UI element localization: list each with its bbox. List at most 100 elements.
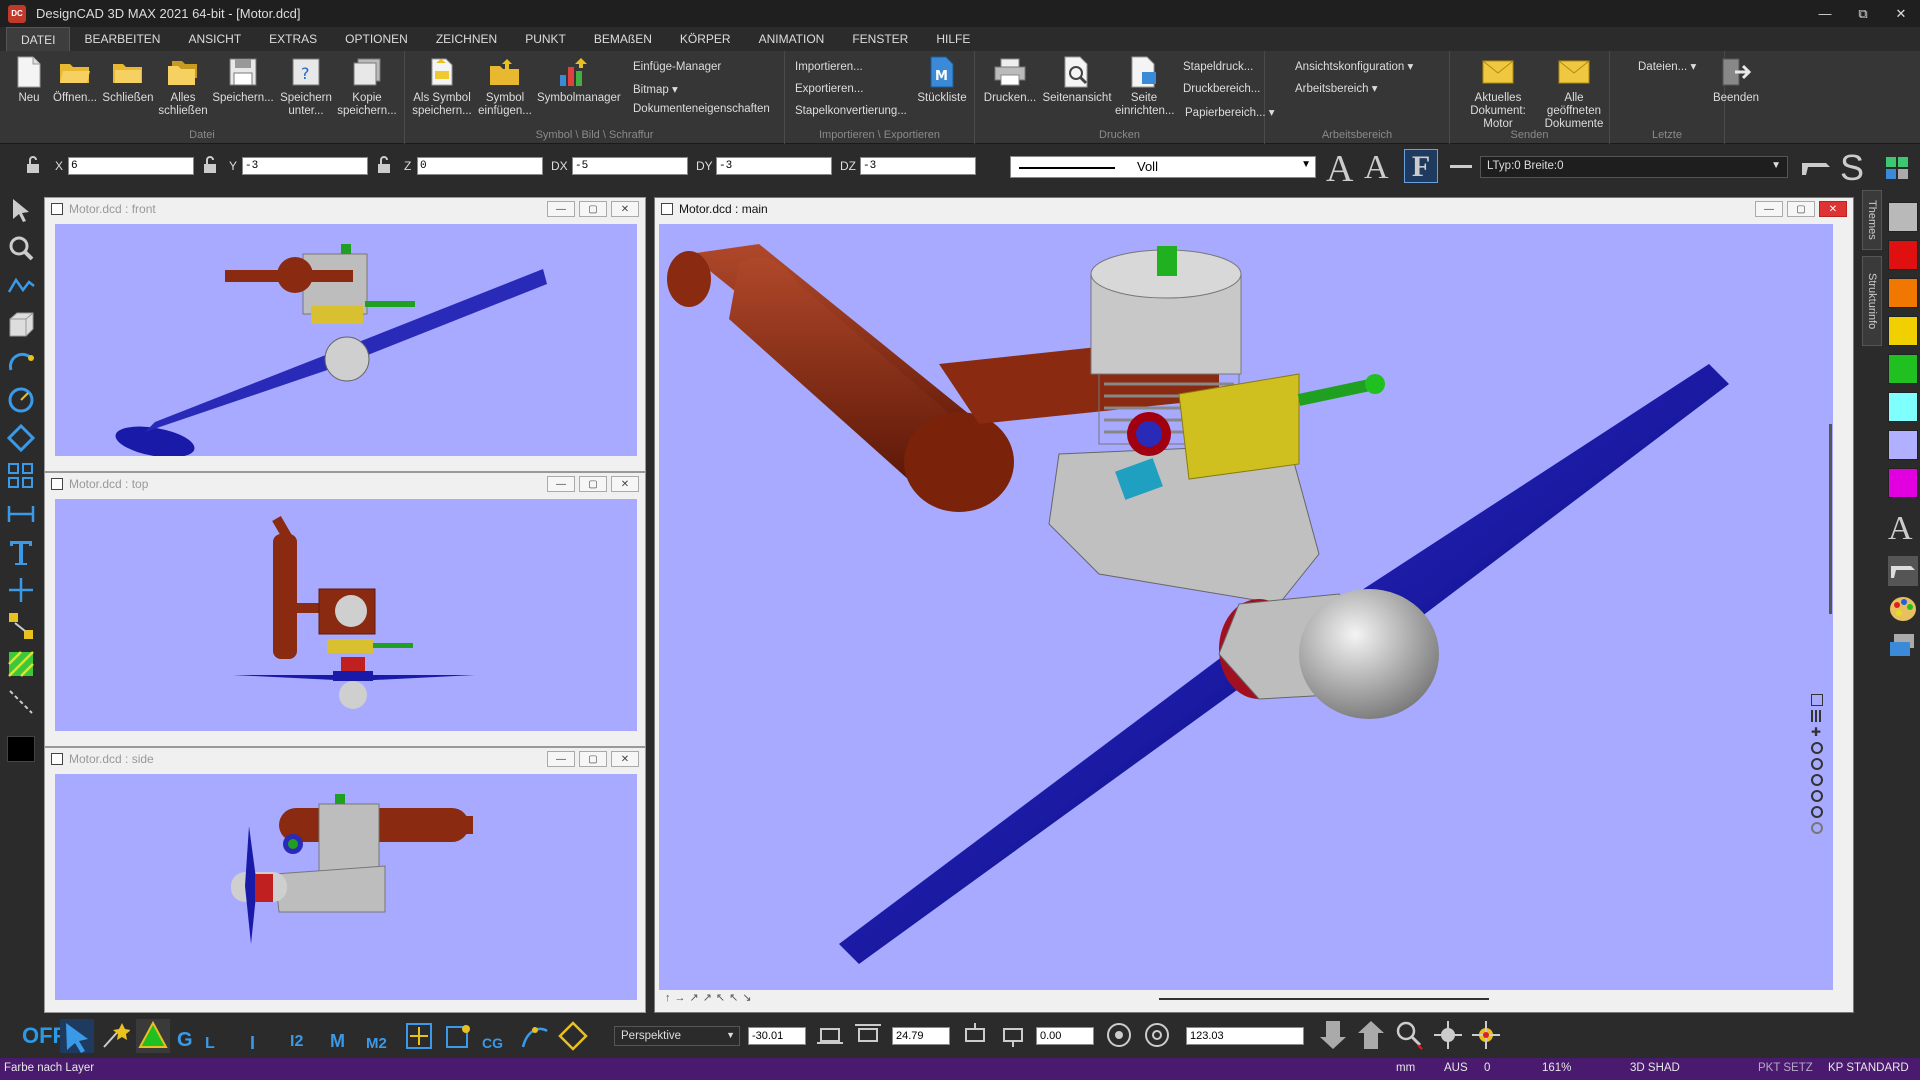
paper-area-button[interactable]: Papierbereich... ▾ bbox=[1185, 105, 1275, 119]
menu-datei[interactable]: DATEI bbox=[6, 27, 71, 51]
view-value-4-input[interactable]: 123.03 bbox=[1186, 1027, 1304, 1045]
tilt-back-icon[interactable] bbox=[998, 1021, 1028, 1049]
menu-bemassen[interactable]: BEMAßEN bbox=[580, 27, 666, 51]
viewport-top[interactable] bbox=[55, 499, 637, 731]
array-icon[interactable] bbox=[5, 460, 37, 492]
view-titlebar[interactable]: Motor.dcd : top — ▢ ✕ bbox=[45, 473, 645, 495]
dz-input[interactable]: -3 bbox=[860, 157, 976, 175]
workspace-button[interactable]: Arbeitsbereich ▾ bbox=[1295, 81, 1378, 95]
snap-g-button[interactable]: G bbox=[177, 1029, 193, 1052]
color-swatch-lavender[interactable] bbox=[1888, 430, 1918, 460]
tilt-icon[interactable] bbox=[960, 1021, 990, 1049]
menu-ansicht[interactable]: ANSICHT bbox=[174, 27, 255, 51]
close-button[interactable]: ✕ bbox=[611, 751, 639, 767]
view-value-1-input[interactable]: -30.01 bbox=[748, 1027, 806, 1045]
save-copy-button[interactable]: Kopie speichern... bbox=[336, 56, 398, 118]
menu-zeichnen[interactable]: ZEICHNEN bbox=[422, 27, 511, 51]
projection-select[interactable]: Perspektive ▼ bbox=[614, 1026, 740, 1046]
snap-l-button[interactable]: L bbox=[205, 1035, 215, 1053]
zoom-in-icon[interactable] bbox=[1811, 758, 1823, 770]
dimension-icon[interactable] bbox=[5, 498, 37, 530]
export-button[interactable]: Exportieren... bbox=[795, 83, 863, 95]
move-down-icon[interactable] bbox=[1318, 1019, 1348, 1051]
zoom-realtime-icon[interactable] bbox=[1811, 822, 1823, 834]
new-button[interactable]: Neu bbox=[10, 56, 48, 105]
zoom-icon[interactable] bbox=[1811, 742, 1823, 754]
vertical-scrollbar[interactable] bbox=[1829, 424, 1832, 614]
select-arrow-icon[interactable] bbox=[60, 1019, 94, 1053]
rotate-vertical-icon[interactable] bbox=[853, 1021, 883, 1049]
current-color-swatch[interactable] bbox=[7, 736, 35, 762]
maximize-button[interactable]: ▢ bbox=[1787, 201, 1815, 217]
viewport-main[interactable]: ✚ bbox=[659, 224, 1833, 990]
minimize-button[interactable]: — bbox=[547, 751, 575, 767]
y-input[interactable]: -3 bbox=[242, 157, 368, 175]
dy-input[interactable]: -3 bbox=[716, 157, 832, 175]
minimize-button[interactable]: — bbox=[1755, 201, 1783, 217]
layer-stack-icon[interactable] bbox=[1888, 632, 1918, 662]
solid-box-icon[interactable] bbox=[5, 308, 37, 340]
hatch-icon[interactable] bbox=[5, 648, 37, 680]
snap-i-button[interactable]: I bbox=[250, 1033, 255, 1054]
snap-curve-icon[interactable] bbox=[520, 1021, 550, 1051]
measure-icon[interactable] bbox=[5, 686, 37, 718]
send-all-button[interactable]: Alle geöffneten Dokumente bbox=[1540, 56, 1608, 131]
insert-symbol-button[interactable]: Symbol einfügen... bbox=[475, 56, 535, 118]
font-button[interactable]: F bbox=[1404, 149, 1438, 183]
close-button[interactable]: ✕ bbox=[1819, 201, 1847, 217]
lock-icon[interactable] bbox=[203, 156, 217, 174]
snap-cg-button[interactable]: CG bbox=[482, 1035, 503, 1051]
color-swatch-red[interactable] bbox=[1888, 240, 1918, 270]
spray-gun-icon[interactable] bbox=[1888, 556, 1918, 586]
save-as-symbol-button[interactable]: Als Symbol speichern... bbox=[411, 56, 473, 118]
menu-bearbeiten[interactable]: BEARBEITEN bbox=[70, 27, 174, 51]
minimize-button[interactable]: — bbox=[547, 201, 575, 217]
symbol-manager-button[interactable]: Symbolmanager bbox=[537, 56, 621, 105]
view-window-side[interactable]: Motor.dcd : side — ▢ ✕ bbox=[44, 747, 646, 1013]
x-input[interactable]: 6 bbox=[68, 157, 194, 175]
pan-icon[interactable]: ✚ bbox=[1811, 726, 1823, 738]
view-value-2-input[interactable]: 24.79 bbox=[892, 1027, 950, 1045]
view-titlebar[interactable]: Motor.dcd : side — ▢ ✕ bbox=[45, 748, 645, 770]
save-button[interactable]: Speichern... bbox=[212, 56, 274, 105]
snap-box-icon[interactable] bbox=[444, 1021, 474, 1051]
move-up-icon[interactable] bbox=[1356, 1019, 1386, 1051]
view-window-top[interactable]: Motor.dcd : top — ▢ ✕ bbox=[44, 472, 646, 747]
close-all-button[interactable]: Alles schließen bbox=[158, 56, 208, 118]
menu-punkt[interactable]: PUNKT bbox=[511, 27, 580, 51]
menu-fenster[interactable]: FENSTER bbox=[838, 27, 922, 51]
lock-icon[interactable] bbox=[26, 156, 40, 174]
spray-gun-icon[interactable] bbox=[1800, 157, 1832, 177]
snap-star-icon[interactable] bbox=[100, 1021, 130, 1051]
font-size-down-button[interactable]: A bbox=[1364, 149, 1389, 187]
camera-distance-icon[interactable] bbox=[1142, 1021, 1172, 1049]
text-tool-icon[interactable] bbox=[5, 536, 37, 568]
print-preview-button[interactable]: Seitenansicht bbox=[1039, 56, 1115, 105]
print-area-button[interactable]: Druckbereich... bbox=[1183, 83, 1260, 95]
color-palette-icon[interactable] bbox=[1888, 594, 1918, 624]
maximize-button[interactable]: ▢ bbox=[579, 201, 607, 217]
point-icon[interactable] bbox=[5, 574, 37, 606]
polyline-icon[interactable] bbox=[5, 270, 37, 302]
viewport-side[interactable] bbox=[55, 774, 637, 1000]
color-swatch-cyan[interactable] bbox=[1888, 392, 1918, 422]
grid-icon[interactable] bbox=[1811, 710, 1823, 722]
batch-convert-button[interactable]: Stapelkonvertierung... bbox=[795, 105, 907, 117]
color-swatch-green[interactable] bbox=[1888, 354, 1918, 384]
exit-button[interactable]: Beenden bbox=[1708, 56, 1764, 105]
dx-input[interactable]: -5 bbox=[572, 157, 688, 175]
linestyle-select[interactable]: Voll ▼ bbox=[1010, 156, 1316, 178]
view-value-3-input[interactable]: 0.00 bbox=[1036, 1027, 1094, 1045]
tab-strukturinfo[interactable]: Strukturinfo bbox=[1862, 256, 1882, 346]
document-properties-button[interactable]: Dokumenteneigenschaften bbox=[633, 103, 770, 115]
import-button[interactable]: Importieren... bbox=[795, 61, 863, 73]
viewport-front[interactable] bbox=[55, 224, 637, 456]
tab-themes[interactable]: Themes bbox=[1862, 190, 1882, 250]
polygon-icon[interactable] bbox=[5, 422, 37, 454]
view-config-button[interactable]: Ansichtskonfiguration ▾ bbox=[1295, 59, 1413, 73]
menu-animation[interactable]: ANIMATION bbox=[745, 27, 839, 51]
transform-icon[interactable] bbox=[5, 610, 37, 642]
send-current-button[interactable]: Aktuelles Dokument: Motor bbox=[1460, 56, 1536, 131]
crosshair-icon[interactable] bbox=[1432, 1019, 1464, 1051]
color-swatch-yellow[interactable] bbox=[1888, 316, 1918, 346]
